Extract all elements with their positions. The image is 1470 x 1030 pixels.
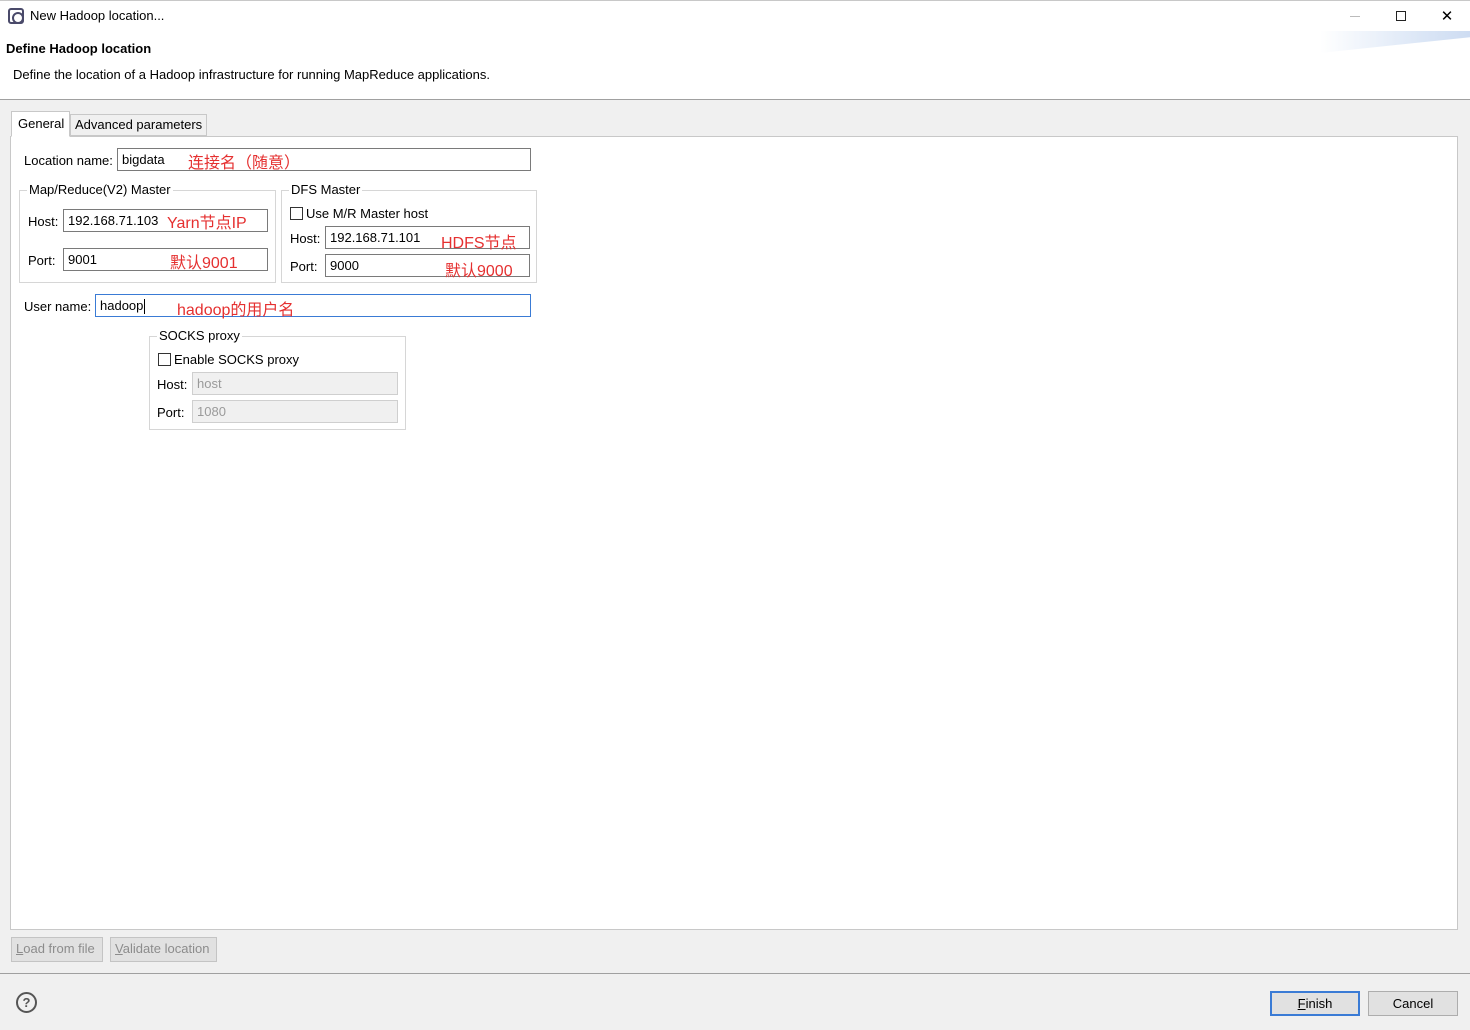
validate-location-button[interactable]: Validate location bbox=[110, 937, 217, 962]
minimize-button[interactable] bbox=[1332, 1, 1378, 31]
close-icon: ✕ bbox=[1440, 8, 1454, 25]
validate-label: alidate location bbox=[122, 941, 210, 956]
dfs-host-annotation: HDFS节点 bbox=[441, 235, 517, 252]
close-button[interactable]: ✕ bbox=[1424, 1, 1470, 31]
tab-advanced-parameters[interactable]: Advanced parameters bbox=[70, 114, 207, 136]
general-tab-panel: Location name: bigdata 连接名（随意） Map/Reduc… bbox=[10, 136, 1458, 930]
cancel-button[interactable]: Cancel bbox=[1368, 991, 1458, 1016]
validate-mnemonic: V bbox=[115, 941, 123, 956]
dialog-footer: ? Finish Cancel bbox=[0, 974, 1470, 1030]
mr-host-label: Host: bbox=[28, 214, 59, 229]
mr-master-title: Map/Reduce(V2) Master bbox=[27, 182, 173, 197]
minimize-icon bbox=[1350, 15, 1360, 17]
user-name-input[interactable]: hadoop bbox=[95, 294, 531, 317]
maximize-icon bbox=[1396, 11, 1406, 21]
dfs-port-annotation: 默认9000 bbox=[445, 263, 513, 280]
socks-proxy-title: SOCKS proxy bbox=[157, 328, 242, 343]
location-name-annotation: 连接名（随意） bbox=[188, 155, 301, 172]
load-from-file-button[interactable]: Load from file bbox=[11, 937, 103, 962]
wizard-header: Define Hadoop location Define the locati… bbox=[0, 31, 1470, 100]
socks-port-label: Port: bbox=[157, 405, 185, 420]
finish-button[interactable]: Finish bbox=[1270, 991, 1360, 1016]
title-bar: New Hadoop location... ✕ bbox=[0, 0, 1470, 31]
dfs-master-title: DFS Master bbox=[289, 182, 363, 197]
mr-port-label: Port: bbox=[28, 253, 56, 268]
header-banner-graphic bbox=[1320, 31, 1470, 54]
socks-proxy-group: SOCKS proxy Enable SOCKS proxy Host: hos… bbox=[149, 328, 406, 430]
dfs-port-label: Port: bbox=[290, 259, 318, 274]
page-description: Define the location of a Hadoop infrastr… bbox=[13, 67, 490, 82]
enable-socks-proxy-checkbox[interactable] bbox=[158, 353, 171, 366]
page-title: Define Hadoop location bbox=[6, 41, 152, 56]
user-name-label: User name: bbox=[24, 299, 92, 314]
location-name-label: Location name: bbox=[24, 153, 113, 168]
finish-mnemonic: F bbox=[1297, 996, 1306, 1011]
user-name-value: hadoop bbox=[100, 298, 144, 313]
user-name-annotation: hadoop的用户名 bbox=[177, 302, 295, 319]
help-icon[interactable]: ? bbox=[16, 992, 37, 1013]
maximize-button[interactable] bbox=[1378, 1, 1424, 31]
text-caret bbox=[144, 299, 146, 315]
socks-host-input[interactable]: host bbox=[192, 372, 398, 395]
dfs-host-label: Host: bbox=[290, 231, 321, 246]
use-mr-master-host-checkbox[interactable] bbox=[290, 207, 303, 220]
tab-general[interactable]: General bbox=[11, 111, 70, 137]
mr-port-annotation: 默认9001 bbox=[170, 255, 238, 272]
mr-master-group: Map/Reduce(V2) Master Host: 192.168.71.1… bbox=[19, 182, 276, 283]
window-title: New Hadoop location... bbox=[30, 8, 165, 23]
use-mr-master-host-label: Use M/R Master host bbox=[306, 206, 429, 221]
enable-socks-proxy-label: Enable SOCKS proxy bbox=[174, 352, 300, 367]
socks-port-input[interactable]: 1080 bbox=[192, 400, 398, 423]
socks-host-label: Host: bbox=[157, 377, 188, 392]
dfs-master-group: DFS Master Use M/R Master host Host: 192… bbox=[281, 182, 537, 283]
eclipse-app-icon bbox=[8, 8, 24, 24]
location-name-input[interactable]: bigdata bbox=[117, 148, 531, 171]
load-label: oad from file bbox=[23, 941, 95, 956]
mr-host-annotation: Yarn节点IP bbox=[167, 215, 247, 232]
finish-label: inish bbox=[1305, 996, 1333, 1011]
